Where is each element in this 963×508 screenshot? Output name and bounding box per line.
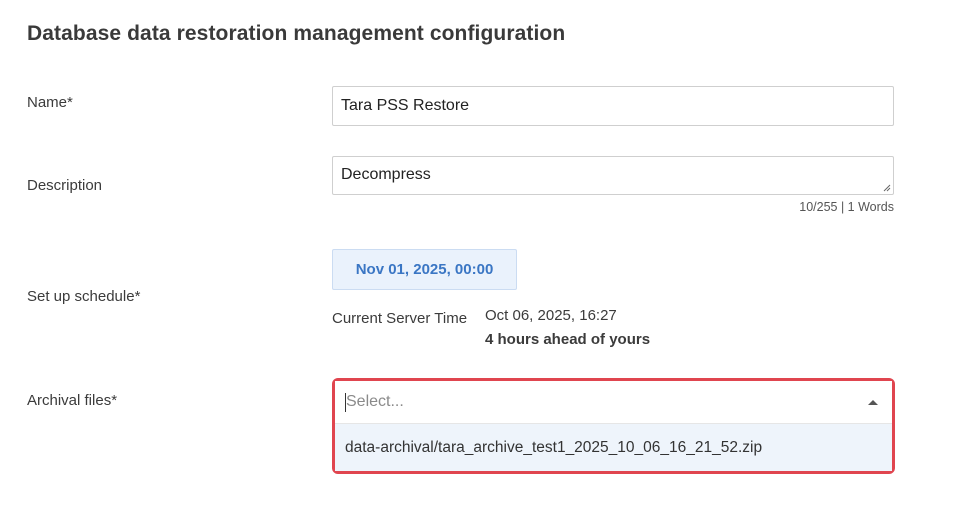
description-label: Description [27,177,103,194]
select-placeholder: Select... [346,393,404,410]
restoration-config-page: Database data restoration management con… [0,0,963,508]
page-title: Database data restoration management con… [27,22,566,45]
archival-files-select[interactable]: Select... [335,381,892,424]
description-char-counter: 10/255 | 1 Words [799,200,894,214]
description-text: Decompress [341,166,431,183]
schedule-label: Set up schedule* [27,288,141,305]
description-textarea[interactable]: Decompress [332,156,894,195]
server-time-offset: 4 hours ahead of yours [485,331,651,348]
schedule-date-button[interactable]: Nov 01, 2025, 00:00 [332,249,517,290]
resize-grip-icon[interactable] [883,184,891,192]
dropdown-option[interactable]: data-archival/tara_archive_test1_2025_10… [335,424,892,471]
caret-up-icon[interactable] [868,400,878,405]
server-time-label: Current Server Time [332,310,468,327]
name-label: Name* [27,94,73,111]
name-input[interactable] [332,86,894,126]
archival-files-label: Archival files* [27,392,118,409]
server-time-value: Oct 06, 2025, 16:27 [485,307,617,324]
